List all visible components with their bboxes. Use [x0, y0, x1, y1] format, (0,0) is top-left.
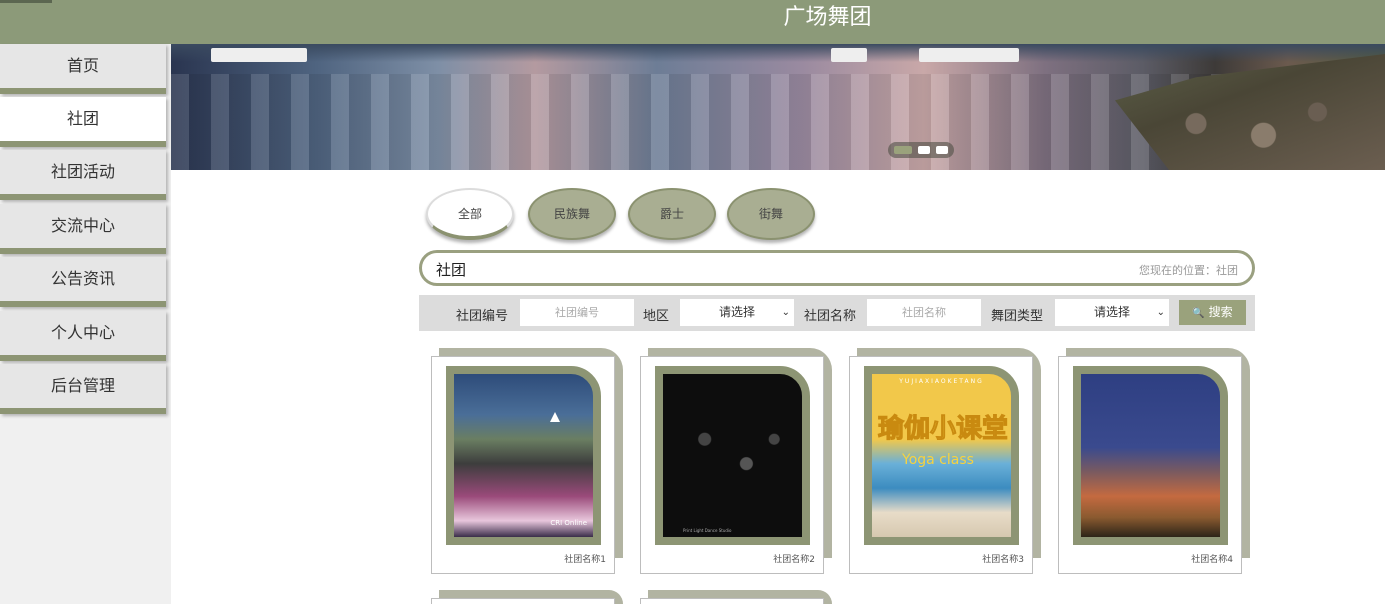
club-photo: YUJIAXIAOKETANG 瑜伽小课堂 Yoga class: [864, 366, 1019, 545]
site-title: 广场舞团: [783, 5, 872, 30]
club-card-name: 社团名称1: [564, 555, 606, 565]
breadcrumb-section: 社团: [436, 261, 467, 279]
carousel-dot-3[interactable]: [936, 146, 948, 154]
search-button-label: 搜索: [1208, 305, 1233, 319]
club-card[interactable]: Print Light Dance Studio 社团名称2: [640, 356, 824, 574]
chevron-down-icon: ⌄: [781, 307, 790, 318]
banner-boat: [831, 48, 867, 62]
photo-headline: 瑜伽小课堂: [877, 414, 1009, 445]
search-filter-bar: 社团编号 地区 请选择 ⌄ 社团名称 舞团类型 请选择 ⌄ 🔍 搜索: [419, 295, 1255, 331]
carousel-indicators: [888, 142, 954, 158]
sidebar: 首页 社团 社团活动 交流中心 公告资讯 个人中心 后台管理: [0, 44, 171, 604]
breadcrumb-location: 您现在的位置：社团: [1139, 264, 1238, 277]
club-photo: Print Light Dance Studio: [655, 366, 810, 545]
photo-watermark: CRI Online: [550, 519, 587, 527]
carousel-dot-1[interactable]: [894, 146, 912, 154]
dance-type-select-value: 请选择: [1093, 305, 1130, 319]
club-card-partial[interactable]: [640, 598, 824, 604]
banner-sky: [171, 44, 1385, 62]
club-photo: [1073, 366, 1228, 545]
mouse-cursor: [550, 412, 560, 422]
banner-boat: [919, 48, 1019, 62]
photo-subline: Yoga class: [902, 452, 974, 468]
club-photo: CRI Online: [446, 366, 601, 545]
sidebar-item-profile[interactable]: 个人中心: [0, 311, 166, 361]
club-card-name: 社团名称4: [1191, 555, 1233, 565]
photo-watermark: Print Light Dance Studio: [683, 528, 732, 533]
dance-type-label: 舞团类型: [991, 309, 1044, 324]
club-name-label: 社团名称: [804, 309, 857, 324]
sidebar-item-admin[interactable]: 后台管理: [0, 364, 166, 414]
breadcrumb: 社团 您现在的位置：社团: [419, 250, 1255, 286]
category-tab-jazz[interactable]: 爵士: [628, 188, 716, 240]
category-tab-all[interactable]: 全部: [426, 188, 514, 240]
club-name-input[interactable]: [867, 299, 981, 326]
club-card-partial[interactable]: [431, 598, 615, 604]
banner-boat: [211, 48, 307, 62]
club-card[interactable]: YUJIAXIAOKETANG 瑜伽小课堂 Yoga class 社团名称3: [849, 356, 1033, 574]
club-card-name: 社团名称3: [982, 555, 1024, 565]
region-select[interactable]: 请选择 ⌄: [680, 299, 794, 326]
carousel-dot-2[interactable]: [918, 146, 930, 154]
region-label: 地区: [643, 309, 670, 324]
dance-type-select[interactable]: 请选择 ⌄: [1055, 299, 1169, 326]
club-id-input[interactable]: [520, 299, 634, 326]
category-tab-street-dance[interactable]: 街舞: [727, 188, 815, 240]
sidebar-item-clubs[interactable]: 社团: [0, 97, 166, 147]
search-button[interactable]: 🔍 搜索: [1179, 300, 1246, 325]
club-card[interactable]: CRI Online 社团名称1: [431, 356, 615, 574]
club-card-name: 社团名称2: [773, 555, 815, 565]
sidebar-item-forum[interactable]: 交流中心: [0, 204, 166, 254]
sidebar-item-news[interactable]: 公告资讯: [0, 257, 166, 307]
header-bar: 广场舞团: [0, 0, 1385, 44]
chevron-down-icon: ⌄: [1156, 307, 1165, 318]
banner-carousel[interactable]: [171, 44, 1385, 170]
club-card[interactable]: 社团名称4: [1058, 356, 1242, 574]
search-icon: 🔍: [1192, 308, 1205, 319]
club-id-label: 社团编号: [456, 309, 509, 324]
main-content: 全部 民族舞 爵士 街舞 社团 您现在的位置：社团 社团编号 地区 请选择 ⌄ …: [171, 44, 1385, 604]
photo-banner-text: YUJIAXIAOKETANG: [899, 378, 984, 385]
sidebar-item-home[interactable]: 首页: [0, 44, 166, 94]
region-select-value: 请选择: [718, 305, 755, 319]
category-tab-folk-dance[interactable]: 民族舞: [528, 188, 616, 240]
sidebar-item-club-activities[interactable]: 社团活动: [0, 150, 166, 200]
